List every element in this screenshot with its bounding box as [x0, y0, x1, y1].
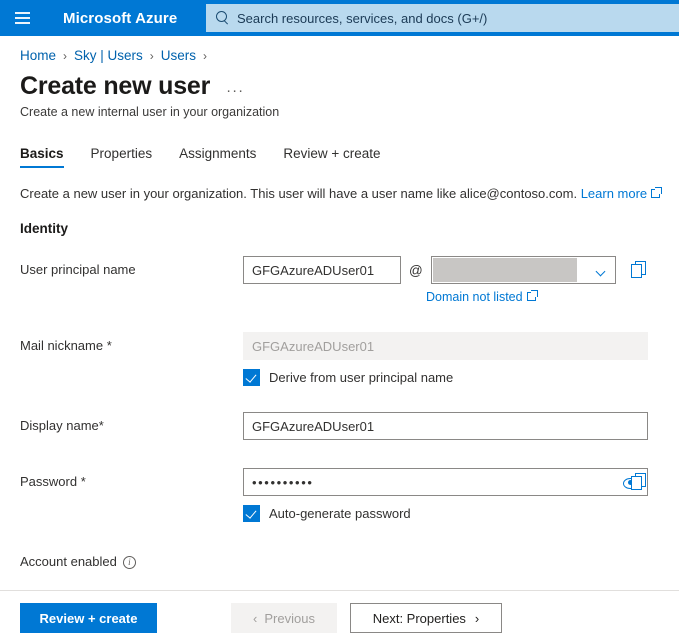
external-link-icon	[651, 189, 660, 198]
password-field-group: •••••••••• Auto-generate password	[243, 468, 679, 522]
review-create-button[interactable]: Review + create	[20, 603, 157, 633]
tab-properties[interactable]: Properties	[91, 146, 153, 168]
breadcrumb-item-sky-users[interactable]: Sky | Users	[74, 48, 143, 63]
chevron-down-icon	[595, 267, 605, 277]
search-icon	[215, 11, 229, 25]
display-name-label: Display name*	[20, 412, 243, 433]
wizard-footer-bar: Review + create ‹ Previous Next: Propert…	[0, 590, 679, 637]
external-link-icon	[527, 292, 536, 301]
breadcrumb-separator: ›	[150, 49, 154, 63]
account-enabled-field-group	[243, 548, 679, 566]
at-symbol: @	[409, 262, 423, 278]
global-search-placeholder: Search resources, services, and docs (G+…	[237, 11, 487, 26]
field-row-user-principal-name: User principal name GFGAzureADUser01 @ D…	[20, 256, 679, 306]
auto-generate-password-label: Auto-generate password	[269, 506, 411, 521]
tab-assignments[interactable]: Assignments	[179, 146, 256, 168]
password-label: Password *	[20, 468, 243, 489]
user-principal-name-label: User principal name	[20, 256, 243, 277]
account-enabled-label: Account enabled	[20, 554, 117, 569]
mail-nickname-field-group: GFGAzureADUser01 Derive from user princi…	[243, 332, 679, 386]
chevron-left-icon: ‹	[253, 612, 257, 625]
hamburger-line	[15, 12, 30, 14]
copy-icon-front-sheet	[631, 476, 642, 490]
basics-form: User principal name GFGAzureADUser01 @ D…	[0, 256, 679, 578]
domain-dropdown[interactable]	[431, 256, 616, 284]
page-title: Create new user	[20, 72, 210, 101]
wizard-tab-list: Basics Properties Assignments Review + c…	[0, 137, 679, 168]
mail-nickname-label: Mail nickname *	[20, 332, 243, 353]
more-options-button[interactable]: ···	[226, 83, 244, 98]
page-subtitle: Create a new internal user in your organ…	[20, 105, 679, 119]
previous-button-label: Previous	[264, 611, 315, 626]
derive-from-upn-label: Derive from user principal name	[269, 370, 453, 385]
breadcrumb-item-users[interactable]: Users	[161, 48, 196, 63]
user-principal-name-field-group: GFGAzureADUser01 @ Domain not listed	[243, 256, 679, 306]
form-description-text: Create a new user in your organization. …	[20, 186, 577, 201]
global-search-box[interactable]: Search resources, services, and docs (G+…	[206, 4, 679, 32]
identity-section-heading: Identity	[20, 221, 679, 236]
user-principal-name-input[interactable]: GFGAzureADUser01	[243, 256, 401, 284]
field-row-password: Password * •••••••••• Auto-generate pass…	[20, 468, 679, 522]
copy-upn-icon[interactable]	[631, 261, 648, 278]
hamburger-menu-icon[interactable]	[0, 0, 44, 36]
tab-review-create[interactable]: Review + create	[283, 146, 380, 168]
breadcrumb-item-home[interactable]: Home	[20, 48, 56, 63]
next-button-label: Next: Properties	[373, 611, 466, 626]
field-row-account-enabled: Account enabled i	[20, 548, 679, 578]
field-row-display-name: Display name* GFGAzureADUser01	[20, 412, 679, 442]
copy-password-icon[interactable]	[631, 473, 648, 490]
breadcrumb-separator: ›	[63, 49, 67, 63]
domain-not-listed-link[interactable]: Domain not listed	[426, 290, 536, 304]
copy-icon-front-sheet	[631, 264, 642, 278]
password-input[interactable]: ••••••••••	[243, 468, 648, 496]
auto-generate-password-checkbox-row[interactable]: Auto-generate password	[243, 505, 679, 522]
domain-not-listed-label: Domain not listed	[426, 290, 523, 304]
next-properties-button[interactable]: Next: Properties ›	[350, 603, 502, 633]
auto-generate-password-checkbox[interactable]	[243, 505, 260, 522]
azure-brand-label[interactable]: Microsoft Azure	[63, 10, 177, 27]
upn-input-line: GFGAzureADUser01 @	[243, 256, 679, 284]
form-description: Create a new user in your organization. …	[20, 186, 679, 201]
domain-value-redacted	[433, 258, 577, 282]
info-icon[interactable]: i	[123, 556, 136, 569]
page-content: Home › Sky | Users › Users › Create new …	[0, 36, 679, 604]
breadcrumb-separator: ›	[203, 49, 207, 63]
derive-from-upn-checkbox-row[interactable]: Derive from user principal name	[243, 369, 679, 386]
account-enabled-label-group: Account enabled i	[20, 548, 243, 569]
field-row-mail-nickname: Mail nickname * GFGAzureADUser01 Derive …	[20, 332, 679, 386]
hamburger-line	[15, 22, 30, 24]
previous-button[interactable]: ‹ Previous	[231, 603, 337, 633]
hamburger-line	[15, 17, 30, 19]
azure-top-navigation-bar: Microsoft Azure Search resources, servic…	[0, 0, 679, 36]
tab-basics[interactable]: Basics	[20, 146, 64, 168]
derive-from-upn-checkbox[interactable]	[243, 369, 260, 386]
page-title-row: Create new user ···	[20, 72, 679, 101]
breadcrumb: Home › Sky | Users › Users ›	[20, 48, 679, 63]
mail-nickname-input: GFGAzureADUser01	[243, 332, 648, 360]
learn-more-link[interactable]: Learn more	[581, 186, 647, 201]
display-name-field-group: GFGAzureADUser01	[243, 412, 679, 440]
password-masked-value: ••••••••••	[252, 475, 314, 490]
display-name-input[interactable]: GFGAzureADUser01	[243, 412, 648, 440]
chevron-right-icon: ›	[475, 612, 479, 625]
